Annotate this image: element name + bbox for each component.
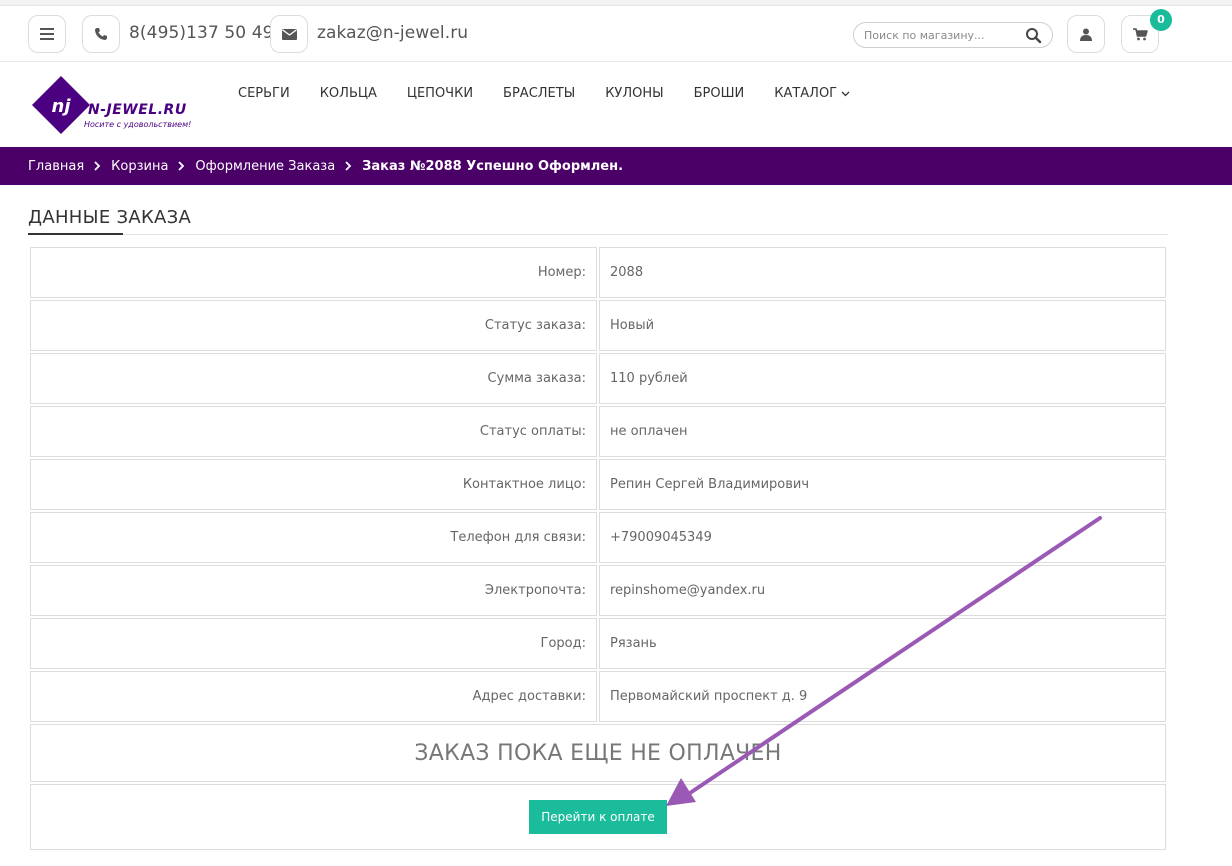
site-logo[interactable]: nj N-JEWEL.RU Носите с удовольствием! (30, 72, 192, 134)
payment-notice: ЗАКАЗ ПОКА ЕЩЕ НЕ ОПЛАЧЕН (30, 724, 1166, 782)
main-nav: СЕРЬГИ КОЛЬЦА ЦЕПОЧКИ БРАСЛЕТЫ КУЛОНЫ БР… (238, 84, 880, 102)
page-title: ДАННЫЕ ЗАКАЗА (28, 207, 192, 228)
menu-button[interactable] (28, 15, 66, 53)
row-label: Статус заказа: (30, 300, 597, 351)
cart-icon (1132, 27, 1148, 41)
envelope-icon (281, 28, 297, 40)
table-row: Статус заказа: Новый (30, 300, 1166, 351)
table-row: Сумма заказа: 110 рублей (30, 353, 1166, 404)
row-value: Первомайский проспект д. 9 (599, 671, 1166, 722)
chevron-down-icon (841, 86, 850, 101)
table-row: Город: Рязань (30, 618, 1166, 669)
search-icon[interactable] (1025, 27, 1043, 45)
breadcrumb-current: Заказ №2088 Успешно Оформлен. (362, 158, 624, 174)
notice-row: ЗАКАЗ ПОКА ЕЩЕ НЕ ОПЛАЧЕН (30, 724, 1166, 782)
chevron-right-icon (345, 161, 352, 171)
nav-item-earrings[interactable]: СЕРЬГИ (238, 84, 290, 102)
nav-item-bracelets[interactable]: БРАСЛЕТЫ (503, 84, 575, 102)
pay-row: Перейти к оплате (30, 784, 1166, 850)
user-icon (1080, 28, 1092, 41)
chevron-right-icon (178, 161, 185, 171)
go-to-payment-button[interactable]: Перейти к оплате (529, 800, 667, 834)
table-row: Контактное лицо: Репин Сергей Владимиров… (30, 459, 1166, 510)
phone-button[interactable] (82, 15, 120, 53)
row-label: Номер: (30, 247, 597, 298)
row-label: Адрес доставки: (30, 671, 597, 722)
phone-number[interactable]: 8(495)137 50 49 (129, 23, 274, 43)
account-button[interactable] (1067, 15, 1105, 53)
row-label: Статус оплаты: (30, 406, 597, 457)
table-row: Статус оплаты: не оплачен (30, 406, 1166, 457)
menu-icon (40, 28, 54, 40)
row-value: 110 рублей (599, 353, 1166, 404)
search-box (853, 22, 1053, 48)
row-value: не оплачен (599, 406, 1166, 457)
table-row: Телефон для связи: +79009045349 (30, 512, 1166, 563)
row-value: repinshome@yandex.ru (599, 565, 1166, 616)
row-label: Электропочта: (30, 565, 597, 616)
title-underline (28, 233, 123, 235)
breadcrumb-cart[interactable]: Корзина (111, 159, 168, 174)
email-address[interactable]: zakaz@n-jewel.ru (317, 23, 468, 43)
order-details-table: Номер: 2088 Статус заказа: Новый Сумма з… (28, 245, 1168, 852)
breadcrumb-checkout[interactable]: Оформление Заказа (195, 159, 335, 174)
breadcrumb: Главная Корзина Оформление Заказа Заказ … (0, 147, 1232, 185)
table-row: Номер: 2088 (30, 247, 1166, 298)
row-label: Телефон для связи: (30, 512, 597, 563)
logo-diamond-icon: nj (32, 76, 90, 134)
email-button[interactable] (270, 15, 308, 53)
title-divider (28, 234, 1168, 235)
row-label: Контактное лицо: (30, 459, 597, 510)
logo-mark: nj (52, 96, 72, 117)
row-value: 2088 (599, 247, 1166, 298)
breadcrumb-home[interactable]: Главная (28, 159, 84, 174)
row-value: Новый (599, 300, 1166, 351)
nav-item-brooches[interactable]: БРОШИ (694, 84, 745, 102)
logo-name: N-JEWEL.RU (88, 102, 187, 118)
row-label: Сумма заказа: (30, 353, 597, 404)
nav-item-catalog[interactable]: КАТАЛОГ (774, 84, 850, 102)
search-input[interactable] (864, 27, 1014, 44)
nav-catalog-label: КАТАЛОГ (774, 85, 838, 101)
row-value: Репин Сергей Владимирович (599, 459, 1166, 510)
cart-count-badge: 0 (1150, 9, 1172, 31)
pay-cell: Перейти к оплате (30, 784, 1166, 850)
row-value: Рязань (599, 618, 1166, 669)
nav-item-chains[interactable]: ЦЕПОЧКИ (407, 84, 473, 102)
logo-tagline: Носите с удовольствием! (84, 120, 192, 129)
table-row: Электропочта: repinshome@yandex.ru (30, 565, 1166, 616)
nav-item-pendants[interactable]: КУЛОНЫ (605, 84, 663, 102)
nav-item-rings[interactable]: КОЛЬЦА (320, 84, 377, 102)
row-value: +79009045349 (599, 512, 1166, 563)
chevron-right-icon (94, 161, 101, 171)
phone-icon (94, 27, 108, 41)
top-bar: 8(495)137 50 49 zakaz@n-jewel.ru (0, 6, 1232, 62)
table-row: Адрес доставки: Первомайский проспект д.… (30, 671, 1166, 722)
row-label: Город: (30, 618, 597, 669)
